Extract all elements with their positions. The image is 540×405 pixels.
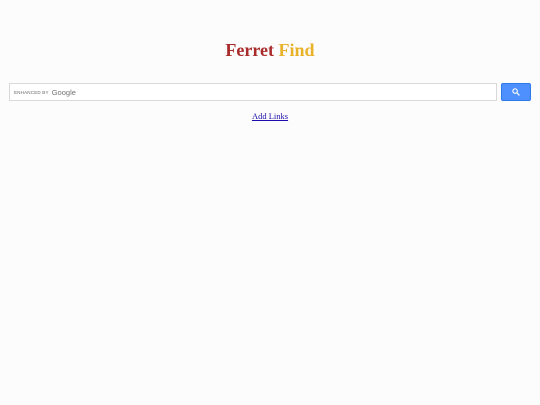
site-logo: Ferret Find — [0, 38, 540, 62]
search-form: ENHANCED BY Google — [9, 83, 531, 101]
search-branding: ENHANCED BY Google — [14, 87, 76, 98]
enhanced-by-label: ENHANCED BY — [14, 89, 49, 95]
logo-word-ferret: Ferret — [225, 40, 275, 60]
add-links-link[interactable]: Add Links — [252, 111, 288, 121]
search-input[interactable] — [74, 84, 492, 100]
add-links-container: Add Links — [0, 111, 540, 122]
logo-word-find: Find — [278, 40, 315, 60]
search-box[interactable]: ENHANCED BY Google — [9, 83, 497, 101]
search-button[interactable] — [501, 83, 531, 101]
google-branding-text: Google — [51, 88, 76, 97]
search-icon — [512, 88, 520, 96]
